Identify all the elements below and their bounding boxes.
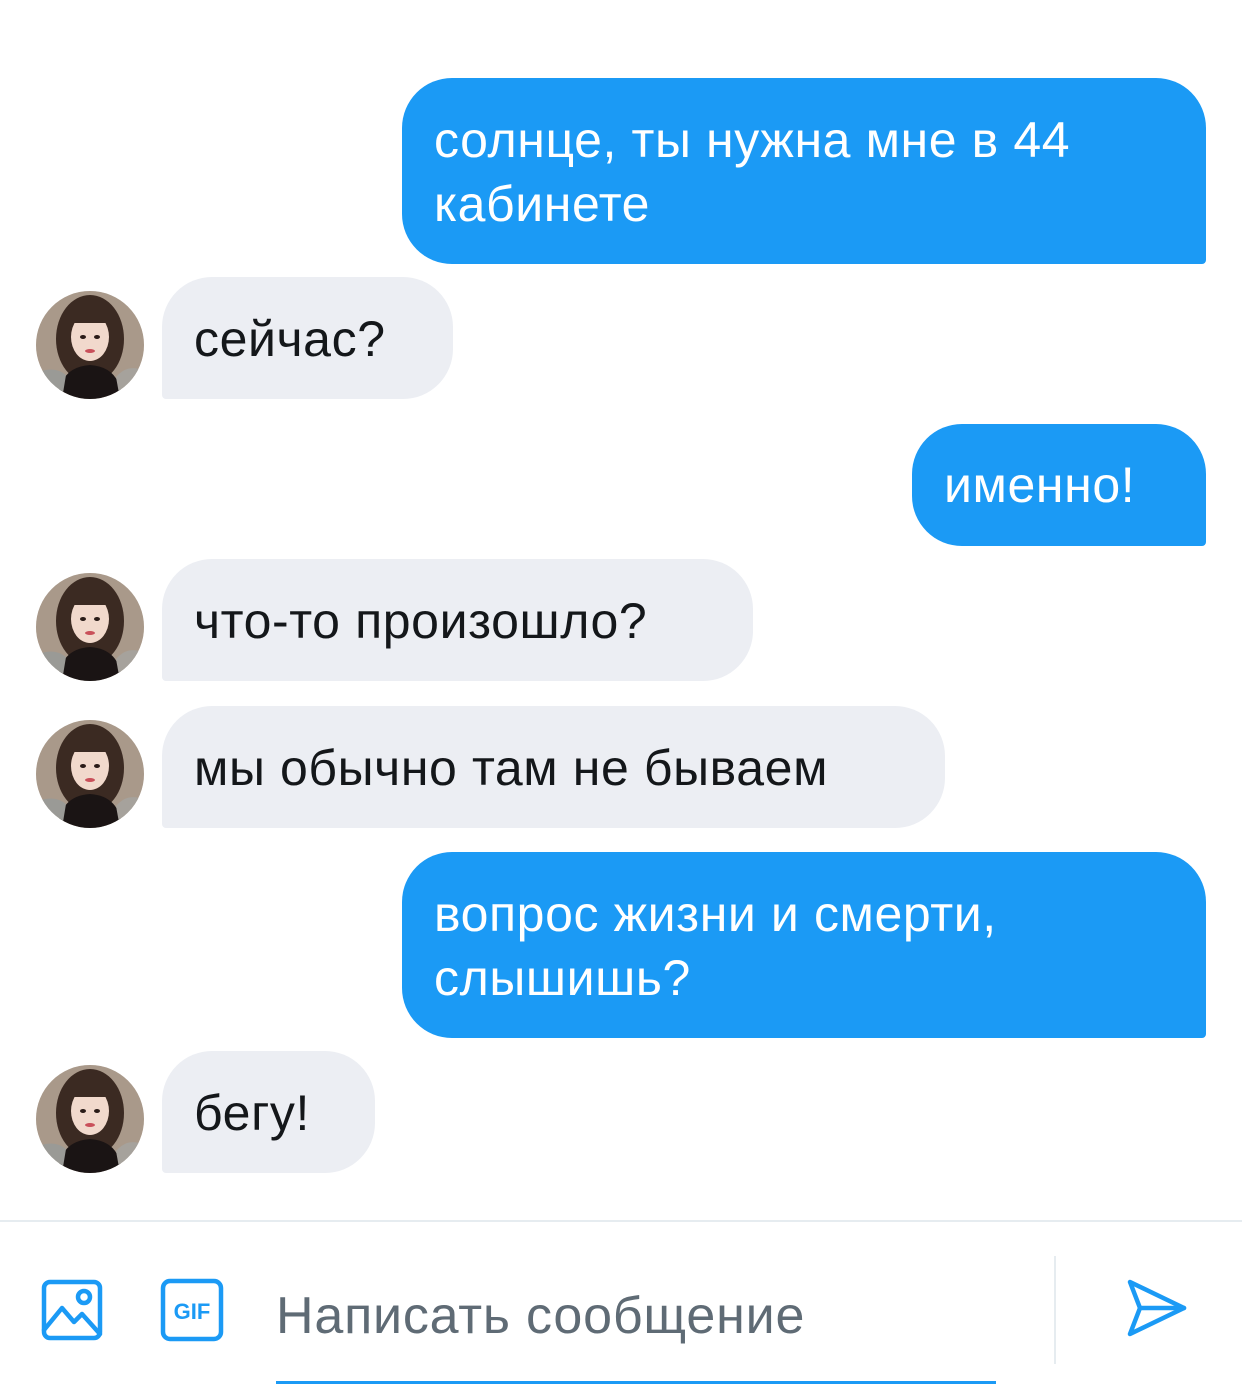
composer-divider — [1054, 1256, 1056, 1364]
incoming-message[interactable]: мы обычно там не бываем — [162, 706, 945, 828]
outgoing-message[interactable]: именно! — [912, 424, 1206, 546]
message-line: сейчас? — [194, 311, 386, 367]
avatar[interactable] — [36, 1065, 144, 1173]
message-line: вопрос жизни и смерти, — [434, 886, 997, 942]
message-input-wrapper — [276, 1266, 996, 1384]
outgoing-message[interactable]: солнце, ты нужна мне в 44 кабинете — [402, 78, 1206, 264]
incoming-message[interactable]: сейчас? — [162, 277, 453, 399]
message-line: слышишь? — [434, 950, 691, 1006]
outgoing-message[interactable]: вопрос жизни и смерти, слышишь? — [402, 852, 1206, 1038]
avatar[interactable] — [36, 291, 144, 399]
gif-label: GIF — [174, 1299, 211, 1324]
message-line: солнце, ты нужна мне в 44 — [434, 112, 1071, 168]
message-line: мы обычно там не бываем — [194, 740, 829, 796]
avatar[interactable] — [36, 573, 144, 681]
incoming-message[interactable]: что-то произошло? — [162, 559, 753, 681]
message-thread: солнце, ты нужна мне в 44 кабинете сейча… — [0, 0, 1242, 1220]
message-line: что-то произошло? — [194, 593, 648, 649]
message-input[interactable] — [276, 1266, 996, 1366]
incoming-message[interactable]: бегу! — [162, 1051, 375, 1173]
message-line: бегу! — [194, 1085, 311, 1141]
message-line: именно! — [944, 457, 1136, 513]
image-icon[interactable] — [40, 1278, 104, 1342]
gif-icon[interactable]: GIF — [160, 1278, 224, 1342]
message-composer: GIF — [0, 1220, 1242, 1396]
message-line: кабинете — [434, 176, 651, 232]
avatar[interactable] — [36, 720, 144, 828]
send-icon[interactable] — [1124, 1274, 1190, 1340]
